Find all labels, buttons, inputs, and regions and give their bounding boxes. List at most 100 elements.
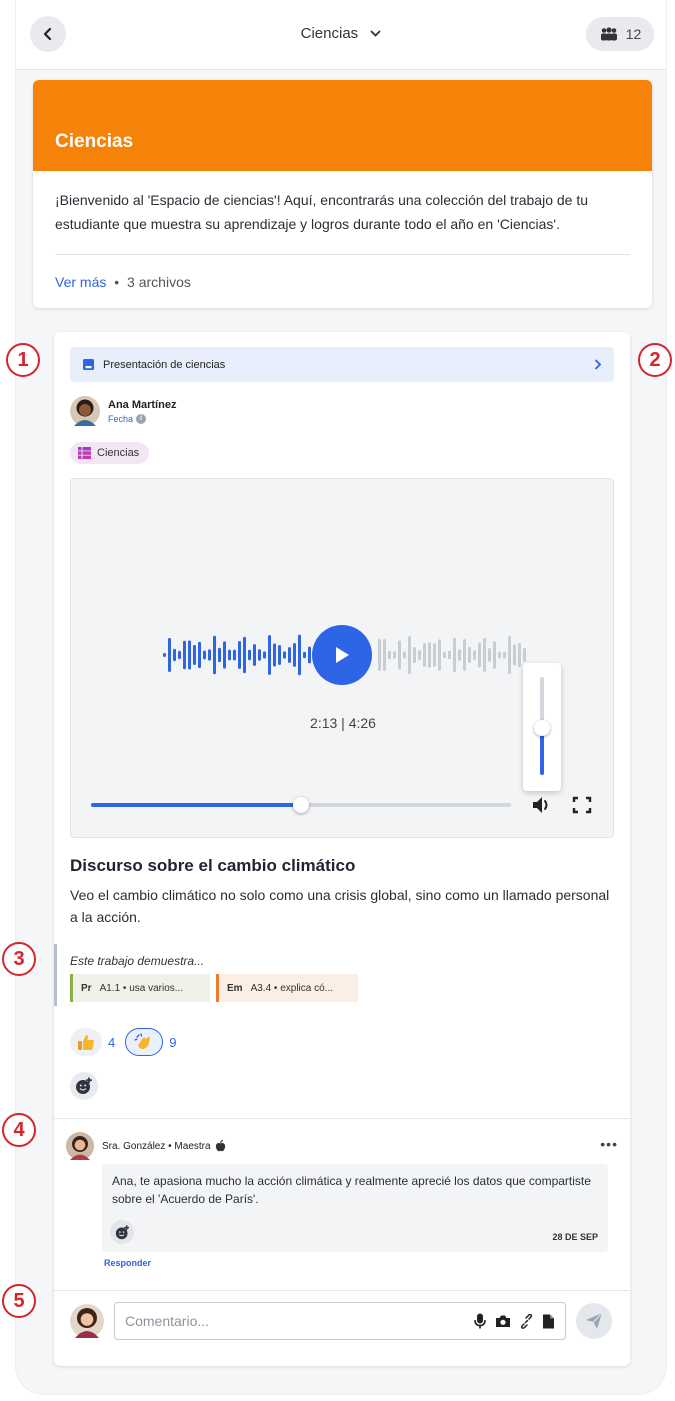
add-reaction-button[interactable] bbox=[110, 1220, 134, 1244]
waveform-bar bbox=[378, 639, 381, 671]
waveform-bar bbox=[493, 641, 496, 669]
progress-thumb[interactable] bbox=[293, 797, 309, 813]
waveform-bar bbox=[298, 634, 301, 676]
standard-chip[interactable]: Em A3.4 • explica có... bbox=[216, 974, 358, 1002]
standard-text: A3.4 • explica có... bbox=[250, 982, 333, 994]
composer-tools bbox=[473, 1313, 555, 1329]
waveform-bar bbox=[178, 650, 181, 660]
waveform-bar bbox=[183, 640, 186, 670]
user-avatar[interactable] bbox=[70, 1304, 104, 1338]
reaction-count: 4 bbox=[108, 1034, 116, 1050]
volume-thumb[interactable] bbox=[534, 719, 550, 736]
fullscreen-icon[interactable] bbox=[571, 795, 593, 815]
waveform-bar bbox=[463, 639, 466, 671]
page-title: Ciencias bbox=[300, 25, 359, 42]
waveform-bar bbox=[243, 636, 246, 674]
callout-marker-4: 4 bbox=[2, 1113, 36, 1147]
waveform-bar bbox=[198, 641, 201, 669]
volume-slider[interactable] bbox=[534, 677, 550, 775]
send-icon bbox=[586, 1312, 603, 1329]
audio-player: 2:13 | 4:26 bbox=[70, 478, 614, 838]
comment-composer bbox=[70, 1302, 616, 1342]
waveform-bar bbox=[418, 650, 421, 660]
class-selector[interactable]: Ciencias bbox=[16, 25, 666, 42]
thumbs-up-reaction-button[interactable] bbox=[70, 1028, 102, 1056]
waveform-bar bbox=[163, 653, 166, 657]
waveform-bar bbox=[488, 648, 491, 662]
waveform-bar bbox=[238, 641, 241, 669]
waveform-bar bbox=[253, 644, 256, 666]
waveform-bar bbox=[223, 641, 226, 669]
add-emoji-icon bbox=[76, 1077, 92, 1094]
clapping-reaction-button[interactable] bbox=[125, 1028, 164, 1056]
divider bbox=[55, 254, 630, 255]
waveform-bar bbox=[388, 650, 391, 660]
waveform-bar bbox=[403, 651, 406, 659]
volume-popup bbox=[523, 663, 561, 791]
space-card: Ciencias ¡Bienvenido al 'Espacio de cien… bbox=[33, 80, 652, 308]
file-count: 3 archivos bbox=[127, 274, 191, 290]
folder-link[interactable]: Presentación de ciencias bbox=[70, 347, 614, 382]
see-more-link[interactable]: Ver más bbox=[55, 274, 106, 290]
teacher-avatar[interactable] bbox=[66, 1132, 94, 1160]
progress-fill bbox=[91, 803, 301, 807]
play-icon bbox=[336, 647, 349, 663]
clapping-hands-icon bbox=[134, 1033, 151, 1049]
volume-icon[interactable] bbox=[531, 795, 553, 815]
send-button[interactable] bbox=[576, 1303, 612, 1339]
comment-author: Sra. González • Maestra bbox=[102, 1140, 211, 1152]
waveform-bar bbox=[518, 642, 521, 668]
waveform-bar bbox=[513, 644, 516, 666]
class-members-button[interactable]: 12 bbox=[586, 17, 654, 51]
callout-marker-2: 2 bbox=[638, 343, 672, 377]
reactions-bar: 4 9 bbox=[70, 1028, 186, 1056]
tag-icon bbox=[78, 447, 91, 459]
add-emoji-icon bbox=[115, 1224, 129, 1239]
reaction-count: 9 bbox=[169, 1034, 177, 1050]
waveform-bar bbox=[473, 650, 476, 660]
standard-chip[interactable]: Pr A1.1 • usa varios... bbox=[70, 974, 210, 1002]
standards-section: Este trabajo demuestra... Pr A1.1 • usa … bbox=[54, 944, 364, 1006]
separator-dot: • bbox=[114, 274, 120, 290]
author-name: Ana Martínez bbox=[108, 398, 177, 411]
more-options-button[interactable]: ••• bbox=[600, 1136, 618, 1152]
comment-bubble: Ana, te apasiona mucho la acción climáti… bbox=[102, 1164, 608, 1252]
post-author: Ana Martínez Fecha i bbox=[70, 396, 176, 426]
waveform-bar bbox=[228, 649, 231, 661]
waveform-bar bbox=[438, 639, 441, 671]
comment-input[interactable] bbox=[125, 1303, 445, 1339]
play-button[interactable] bbox=[312, 625, 372, 685]
apple-icon bbox=[215, 1140, 225, 1152]
waveform-bar bbox=[203, 650, 206, 660]
waveform-bar bbox=[413, 647, 416, 663]
waveform-bar bbox=[193, 644, 196, 666]
waveform-bar bbox=[503, 651, 506, 659]
info-icon[interactable]: i bbox=[136, 413, 147, 424]
space-title: Ciencias bbox=[55, 131, 134, 152]
waveform-bar bbox=[428, 642, 431, 668]
student-avatar[interactable] bbox=[70, 396, 100, 426]
link-icon[interactable] bbox=[519, 1313, 534, 1329]
waveform-bar bbox=[288, 647, 291, 663]
subject-tag-label: Ciencias bbox=[97, 447, 140, 459]
standard-code: Em bbox=[227, 982, 243, 994]
callout-marker-1: 1 bbox=[6, 343, 40, 377]
folder-name: Presentación de ciencias bbox=[103, 358, 226, 371]
standard-text: A1.1 • usa varios... bbox=[99, 982, 184, 994]
microphone-icon[interactable] bbox=[473, 1313, 487, 1329]
group-icon bbox=[600, 27, 617, 41]
callout-marker-5: 5 bbox=[2, 1284, 36, 1318]
chevron-down-icon bbox=[370, 30, 381, 37]
subject-tag[interactable]: Ciencias bbox=[70, 442, 150, 464]
file-icon[interactable] bbox=[542, 1314, 555, 1329]
waveform-bar bbox=[458, 649, 461, 661]
waveform-bar bbox=[483, 638, 486, 672]
camera-icon[interactable] bbox=[495, 1314, 511, 1328]
waveform-bar bbox=[293, 643, 296, 667]
space-footer: Ver más • 3 archivos bbox=[55, 274, 191, 290]
reply-link[interactable]: Responder bbox=[104, 1258, 151, 1268]
add-reaction-button[interactable] bbox=[70, 1072, 98, 1100]
progress-slider[interactable] bbox=[91, 797, 511, 813]
waveform-bar bbox=[478, 642, 481, 668]
waveform-bar bbox=[173, 648, 176, 662]
